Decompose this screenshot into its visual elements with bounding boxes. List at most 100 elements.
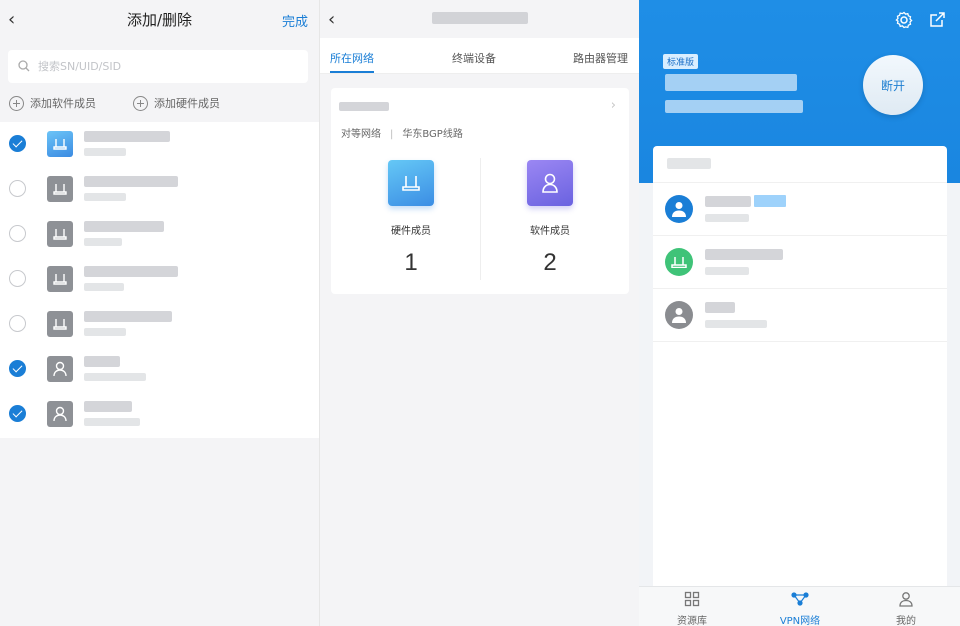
member-row[interactable] (653, 182, 947, 235)
item-name (84, 221, 164, 232)
vpn-network-screen: 标准版 断开 资源库 VPN网络 我的 (639, 0, 960, 626)
item-id (84, 373, 146, 381)
user-icon (47, 401, 73, 427)
member-name (705, 196, 751, 207)
done-button[interactable]: 完成 (282, 11, 308, 30)
search-box[interactable] (8, 50, 308, 83)
list-item[interactable] (0, 347, 319, 392)
add-software-button[interactable]: 添加软件成员 (9, 95, 96, 111)
member-name (705, 302, 735, 313)
checkbox[interactable] (9, 405, 26, 422)
user-icon (527, 160, 573, 206)
tab-router-management[interactable]: 路由器管理 (573, 50, 628, 66)
list-item[interactable] (0, 257, 319, 302)
router-icon (47, 221, 73, 247)
plus-icon (9, 95, 24, 111)
checkbox[interactable] (9, 135, 26, 152)
checkbox[interactable] (9, 315, 26, 332)
header-actions (895, 11, 946, 29)
plan-badge: 标准版 (663, 54, 699, 69)
network-type: 对等网络 (341, 129, 381, 140)
item-id (84, 238, 122, 246)
item-name (84, 311, 172, 322)
list-item[interactable] (0, 392, 319, 437)
member-id (705, 320, 767, 328)
checkbox[interactable] (9, 360, 26, 377)
checkbox[interactable] (9, 225, 26, 242)
gear-icon[interactable] (895, 11, 913, 29)
network-line: 华东BGP线路 (402, 129, 463, 140)
list-item[interactable] (0, 302, 319, 347)
software-members[interactable]: 软件成员 2 (490, 160, 610, 277)
router-icon (665, 248, 693, 276)
member-list (0, 122, 319, 438)
hardware-members-count: 1 (404, 249, 418, 276)
meta-separator: | (390, 129, 394, 140)
tab-devices[interactable]: 终端设备 (452, 50, 496, 66)
member-id (705, 267, 749, 275)
network-meta: 对等网络 | 华东BGP线路 (341, 125, 463, 140)
add-hardware-button[interactable]: 添加硬件成员 (133, 95, 220, 111)
profile-icon (899, 592, 913, 607)
item-name (84, 176, 178, 187)
network-name (339, 102, 389, 111)
add-remove-screen: ‹ 添加/删除 完成 添加软件成员 添加硬件成员 (0, 0, 319, 626)
list-end-divider (653, 341, 947, 342)
add-hardware-label: 添加硬件成员 (154, 97, 220, 110)
list-item[interactable] (0, 122, 319, 167)
item-id (84, 148, 126, 156)
network-card[interactable]: › 对等网络 | 华东BGP线路 硬件成员 1 软件成员 2 (331, 88, 629, 294)
add-software-label: 添加软件成员 (30, 97, 96, 110)
nav-profile-label: 我的 (896, 616, 916, 626)
member-row[interactable] (653, 288, 947, 341)
item-name (84, 356, 120, 367)
share-icon[interactable] (929, 11, 946, 28)
software-members-count: 2 (543, 249, 557, 276)
item-name (84, 266, 178, 277)
network-subtitle (665, 100, 803, 113)
hardware-members-label: 硬件成员 (391, 226, 431, 237)
tab-bar: 所在网络 终端设备 路由器管理 (320, 38, 639, 74)
active-tab-indicator (330, 71, 374, 73)
item-name (84, 131, 170, 142)
item-id (84, 193, 126, 201)
nav-resources-label: 资源库 (677, 616, 707, 626)
back-icon[interactable]: ‹ (328, 9, 335, 30)
hardware-members[interactable]: 硬件成员 1 (351, 160, 471, 277)
user-icon (47, 356, 73, 382)
top-bar: ‹ 添加/删除 完成 (0, 0, 319, 38)
item-id (84, 418, 140, 426)
item-id (84, 283, 124, 291)
search-input[interactable] (38, 56, 278, 76)
nav-vpn-label: VPN网络 (779, 616, 821, 626)
list-item[interactable] (0, 167, 319, 212)
disconnect-button[interactable]: 断开 (863, 55, 923, 115)
nav-vpn[interactable]: VPN网络 (765, 591, 835, 626)
router-icon (47, 176, 73, 202)
router-icon (47, 311, 73, 337)
nav-resources[interactable]: 资源库 (657, 591, 727, 626)
list-item[interactable] (0, 212, 319, 257)
member-name (705, 249, 783, 260)
member-id (705, 214, 749, 222)
user-icon (665, 301, 693, 329)
item-id (84, 328, 126, 336)
search-icon (18, 60, 30, 72)
page-title: 添加/删除 (126, 11, 193, 29)
nav-profile[interactable]: 我的 (871, 591, 941, 626)
chevron-right-icon[interactable]: › (611, 98, 616, 113)
tab-network[interactable]: 所在网络 (330, 50, 374, 66)
members-panel (653, 146, 947, 586)
network-title (432, 12, 528, 24)
member-row[interactable] (653, 235, 947, 288)
network-detail-screen: ‹ 所在网络 终端设备 路由器管理 › 对等网络 | 华东BGP线路 硬件成员 1 … (319, 0, 639, 626)
router-icon (388, 160, 434, 206)
self-tag (754, 195, 786, 207)
divider (480, 158, 481, 280)
item-name (84, 401, 132, 412)
plus-icon (133, 95, 148, 111)
checkbox[interactable] (9, 180, 26, 197)
grid-icon (684, 591, 700, 607)
network-id (665, 74, 797, 91)
checkbox[interactable] (9, 270, 26, 287)
